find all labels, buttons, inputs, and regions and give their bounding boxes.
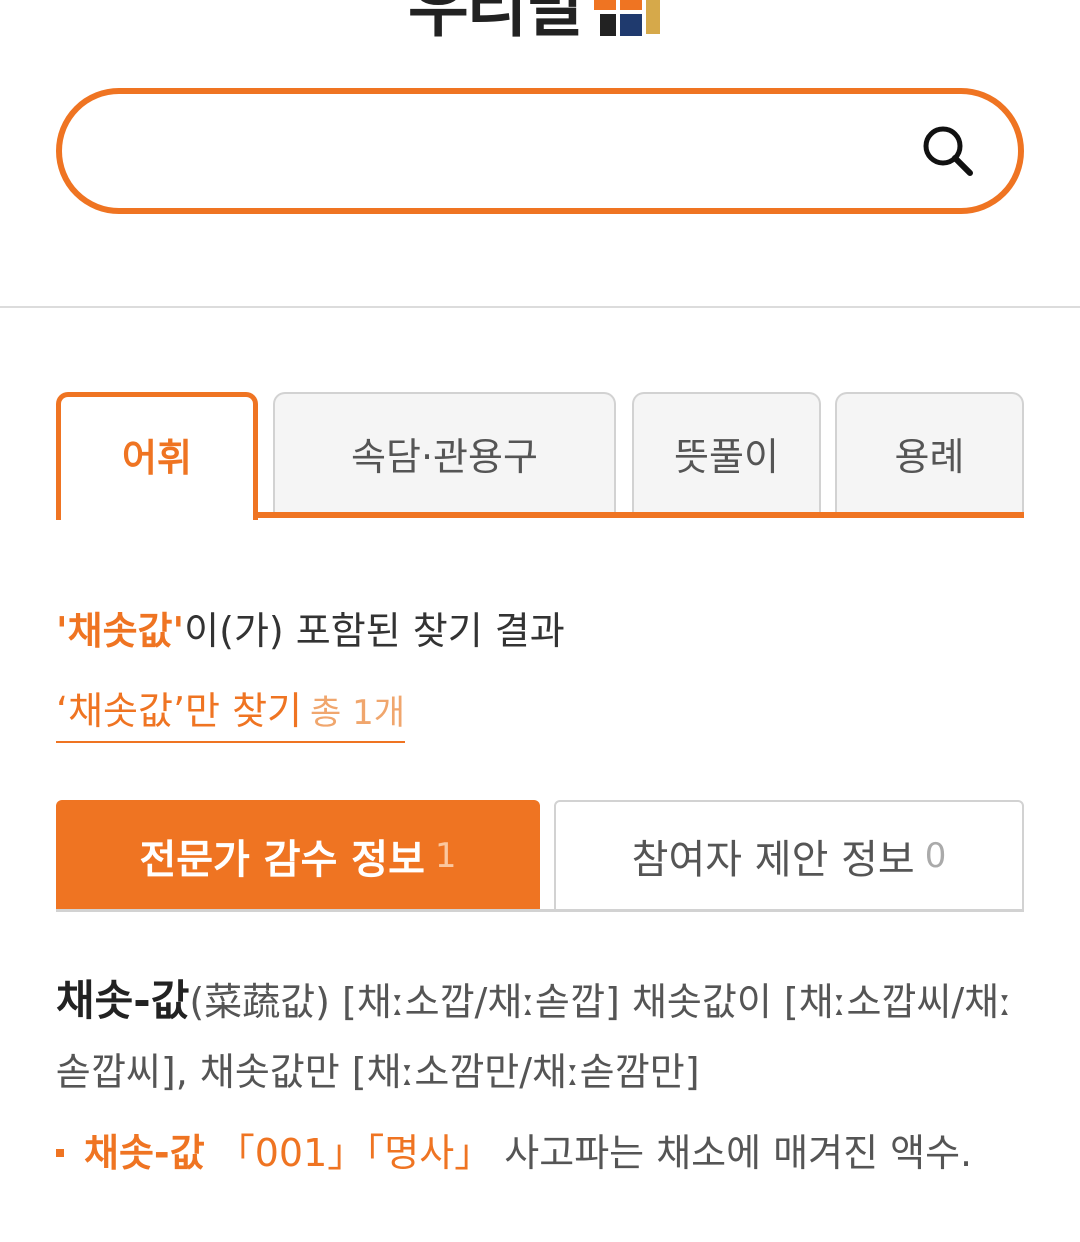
site-logo[interactable]: 우리말: [0, 0, 1080, 48]
info-tabs-underline: [56, 909, 1024, 912]
entry-details: (菜蔬값) [채ː소깝/채ː솓깝] 채솟값이 [채ː소깝씨/채ː솓깝씨], 채솟…: [56, 980, 1012, 1094]
suggestion-info-count: 0: [924, 836, 947, 876]
exact-match-label: ‘채솟값’만 찾기: [56, 689, 302, 733]
bullet-icon: [56, 1148, 64, 1157]
sense-headword[interactable]: 채솟-값: [84, 1131, 205, 1175]
suggestion-info-label: 참여자 제안 정보: [631, 837, 915, 883]
entry-headword[interactable]: 채솟-값: [56, 976, 189, 1025]
exact-match-count: 총 1개: [310, 693, 405, 733]
sense-number: 「001」: [216, 1131, 366, 1175]
expert-info-label: 전문가 감수 정보: [139, 837, 425, 883]
tab-definitions[interactable]: 뜻풀이: [632, 392, 821, 512]
search-input[interactable]: [102, 116, 886, 188]
result-keyword: '채솟값': [56, 609, 185, 653]
sense-item: 채솟-값 「001」「명사」 사고파는 채소에 매겨진 액수.: [56, 1118, 1024, 1188]
expert-info-count: 1: [434, 836, 457, 876]
tab-vocabulary[interactable]: 어휘: [56, 392, 258, 520]
sense-pos: 「명사」: [365, 1131, 493, 1175]
suggestion-info-tab[interactable]: 참여자 제안 정보 0: [554, 800, 1024, 912]
sense-definition: 사고파는 채소에 매겨진 액수.: [504, 1131, 973, 1175]
search-box: [56, 88, 1024, 214]
tab-examples[interactable]: 용례: [835, 392, 1024, 512]
result-title: '채솟값'이(가) 포함된 찾기 결과: [56, 600, 565, 655]
expert-info-tab[interactable]: 전문가 감수 정보 1: [56, 800, 540, 912]
search-icon[interactable]: [918, 121, 978, 181]
tab-proverbs-idioms[interactable]: 속담·관용구: [273, 392, 616, 512]
logo-text: 우리말: [408, 0, 586, 46]
entry-block: 채솟-값(菜蔬값) [채ː소깝/채ː솓깝] 채솟값이 [채ː소깝씨/채ː솓깝씨]…: [56, 966, 1024, 1107]
exact-match-link[interactable]: ‘채솟값’만 찾기 총 1개: [56, 680, 405, 743]
result-suffix: 이(가) 포함된 찾기 결과: [184, 609, 565, 653]
section-divider: [0, 306, 1080, 308]
logo-mark-icon: [594, 0, 660, 36]
category-tabs: 어휘 속담·관용구 뜻풀이 용례: [56, 392, 1024, 520]
